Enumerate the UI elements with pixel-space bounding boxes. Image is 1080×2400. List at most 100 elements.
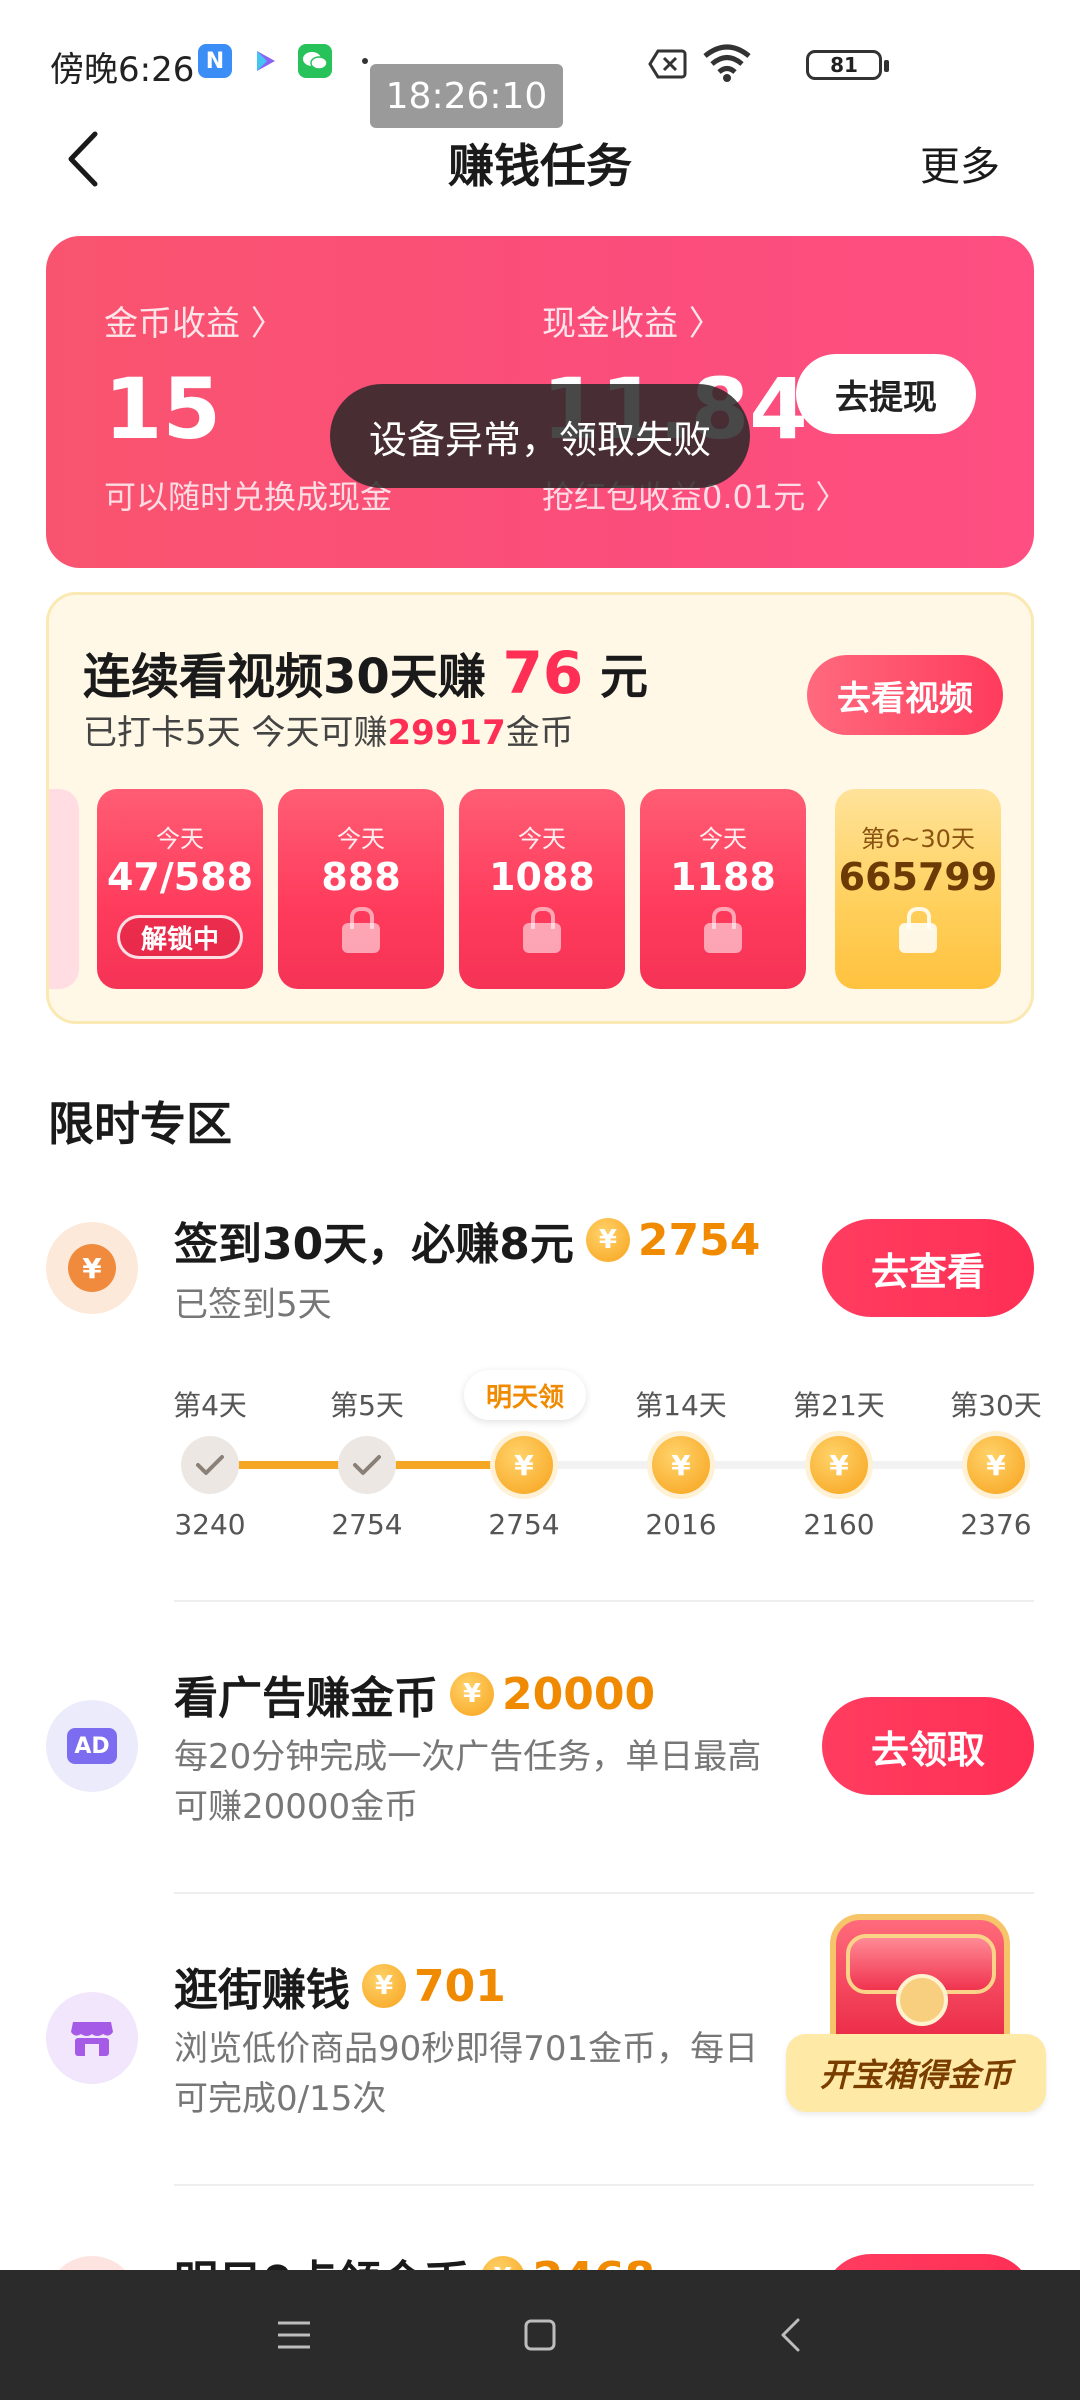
app-n-icon: N xyxy=(198,44,232,78)
timeline-track xyxy=(524,1461,996,1469)
coin-icon: ¥ xyxy=(585,1218,630,1262)
coin-icon: ¥ xyxy=(450,1672,494,1716)
view-checkin-button[interactable]: 去查看 xyxy=(822,1219,1034,1317)
day-card-bonus[interactable]: 第6~30天 665799 xyxy=(835,789,1001,989)
checkin-title-text: 签到30天，必赚8元 xyxy=(174,1219,574,1270)
checkin-task-title: 签到30天，必赚8元 ¥ 2754 xyxy=(174,1208,760,1272)
wifi-icon xyxy=(702,44,752,86)
timeline-day: 第30天 xyxy=(950,1389,1042,1422)
clock-overlay: 18:26:10 xyxy=(370,64,563,128)
day-card-value: 47/588 xyxy=(106,855,254,899)
lock-icon xyxy=(523,907,561,953)
day-card-value: 1088 xyxy=(489,855,595,899)
shop-task-title: 逛街赚钱 ¥ 701 xyxy=(174,1954,506,2018)
day-card-value: 888 xyxy=(321,855,401,899)
timeline-coins: 2160 xyxy=(803,1508,875,1541)
section-title: 限时专区 xyxy=(48,1097,232,1151)
shop-reward: 701 xyxy=(414,1960,506,2012)
lock-icon xyxy=(342,907,380,953)
shop-task-desc: 浏览低价商品90秒即得701金币，每日可完成0/15次 xyxy=(174,2029,759,2119)
wechat-icon xyxy=(298,44,332,78)
day-card-label: 今天 xyxy=(518,825,566,853)
day-card[interactable]: 今天 1088 xyxy=(459,789,625,989)
coin-exchange-hint: 可以随时兑换成现金 xyxy=(104,478,393,516)
home-button[interactable] xyxy=(500,2300,580,2370)
timeline-day: 第4天 xyxy=(173,1389,247,1422)
video-sub-prefix: 已打卡5天 今天可赚 xyxy=(83,713,388,753)
video-streak-title: 连续看视频30天赚 76 元 xyxy=(83,637,648,707)
coin-earnings-value: 15 xyxy=(104,360,221,458)
timeline-coins: 3240 xyxy=(174,1508,246,1541)
ad-task-icon: AD xyxy=(46,1700,138,1792)
day-card[interactable]: 今天 888 xyxy=(278,789,444,989)
previous-day-card xyxy=(49,789,79,989)
video-title-prefix: 连续看视频30天赚 xyxy=(83,649,503,705)
coin-icon: ¥ xyxy=(362,1964,406,2008)
video-streak-card: 连续看视频30天赚 76 元 已打卡5天 今天可赚29917金币 去看视频 今天… xyxy=(46,592,1034,1024)
day-card-label: 今天 xyxy=(699,825,747,853)
status-bar: 傍晚6:26 N 18:26:10 81 xyxy=(0,0,1080,128)
page-header: 赚钱任务 更多 xyxy=(0,120,1080,200)
day-card-label: 今天 xyxy=(156,825,204,853)
check-icon xyxy=(338,1436,396,1494)
back-icon xyxy=(781,2318,800,2352)
ad-title-text: 看广告赚金币 xyxy=(174,1673,438,1724)
timeline-coins: 2016 xyxy=(645,1508,717,1541)
unlocking-badge: 解锁中 xyxy=(117,915,243,959)
day-card[interactable]: 今天 47/588 解锁中 xyxy=(97,789,263,989)
treasure-chest-promo[interactable]: 开宝箱得金币 xyxy=(786,1910,1046,2130)
video-streak-progress: 已打卡5天 今天可赚29917金币 xyxy=(83,705,574,754)
video-title-suffix: 元 xyxy=(583,649,648,705)
battery-indicator: 81 xyxy=(806,50,889,80)
coin-icon: ¥ xyxy=(652,1436,710,1494)
withdraw-button[interactable]: 去提现 xyxy=(796,354,976,434)
error-toast: 设备异常，领取失败 xyxy=(330,384,750,488)
screen: 傍晚6:26 N 18:26:10 81 赚钱任务 更多 金币收益 〉 15 可… xyxy=(0,0,1080,2400)
system-nav-bar xyxy=(0,2270,1080,2400)
shop-task-icon xyxy=(46,1992,138,2084)
video-sub-suffix: 金币 xyxy=(505,713,574,753)
menu-button[interactable] xyxy=(254,2300,334,2370)
claim-ad-button[interactable]: 去领取 xyxy=(822,1697,1034,1795)
timeline-day: 第5天 xyxy=(330,1389,404,1422)
ad-task-desc: 每20分钟完成一次广告任务，单日最高可赚20000金币 xyxy=(174,1737,762,1827)
divider xyxy=(174,1600,1034,1602)
day-card-label: 今天 xyxy=(337,825,385,853)
ad-task-title: 看广告赚金币 ¥ 20000 xyxy=(174,1662,655,1726)
check-icon xyxy=(181,1436,239,1494)
day-card-value: 665799 xyxy=(838,855,998,899)
timeline-coins: 2376 xyxy=(960,1508,1032,1541)
shop-title-text: 逛街赚钱 xyxy=(174,1965,350,2016)
day-card-label: 第6~30天 xyxy=(861,825,975,853)
day-card-value: 1188 xyxy=(670,855,776,899)
ad-reward: 20000 xyxy=(502,1668,656,1720)
cash-earnings-link[interactable]: 现金收益 〉 xyxy=(542,296,723,345)
lock-icon xyxy=(899,907,937,953)
checkin-task-desc: 已签到5天 xyxy=(174,1285,332,1325)
video-sub-coins: 29917 xyxy=(387,713,506,753)
page-title: 赚钱任务 xyxy=(448,139,632,193)
checkin-reward: 2754 xyxy=(637,1214,761,1266)
chest-badge-icon xyxy=(896,1974,948,2026)
status-time: 傍晚6:26 xyxy=(50,50,195,90)
lock-icon xyxy=(704,907,742,953)
day-card[interactable]: 今天 1188 xyxy=(640,789,806,989)
menu-icon xyxy=(278,2321,310,2349)
checkin-icon: ¥ xyxy=(46,1222,138,1314)
tomorrow-claim-label: 明天领 xyxy=(464,1370,586,1420)
divider xyxy=(174,1892,1034,1894)
play-icon xyxy=(248,44,282,78)
treasure-chest-label: 开宝箱得金币 xyxy=(786,2034,1046,2112)
timeline-coins: 2754 xyxy=(331,1508,403,1541)
store-icon xyxy=(71,2022,113,2056)
ad-icon: AD xyxy=(67,1728,117,1764)
coin-earnings-link[interactable]: 金币收益 〉 xyxy=(104,296,285,345)
square-icon xyxy=(524,2319,556,2351)
timeline-coins: 2754 xyxy=(488,1508,560,1541)
system-back-button[interactable] xyxy=(750,2300,830,2370)
no-sim-icon xyxy=(648,48,688,84)
video-title-amount: 76 xyxy=(502,639,584,707)
timeline-day: 第14天 xyxy=(635,1389,727,1422)
more-button[interactable]: 更多 xyxy=(920,134,1000,192)
watch-video-button[interactable]: 去看视频 xyxy=(807,655,1003,735)
